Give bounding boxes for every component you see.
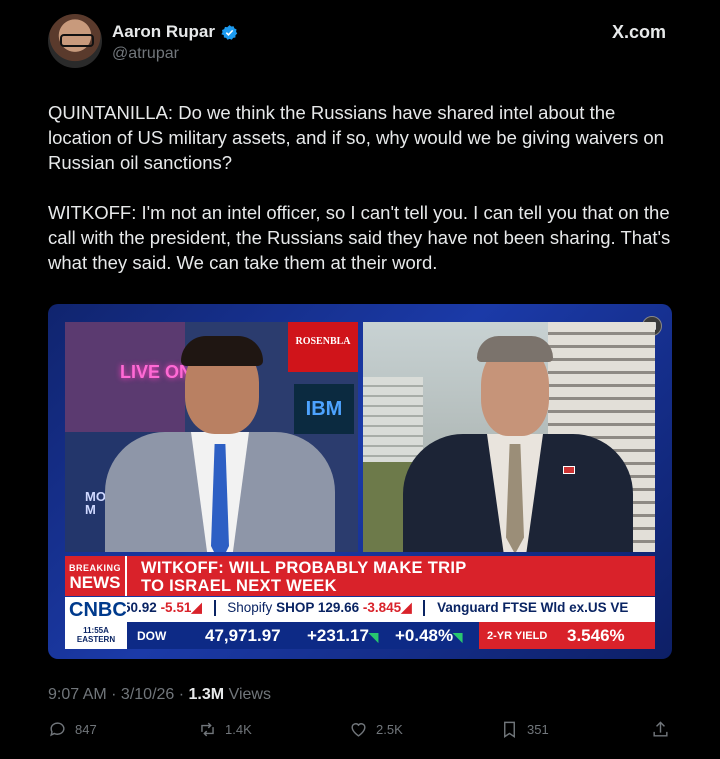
- breaking-news-banner: BREAKING NEWS WITKOFF: WILL PROBABLY MAK…: [65, 556, 655, 596]
- video-left-panel: LIVE ON ROSENBLA IBM MO M: [65, 322, 358, 552]
- rosenblatt-sign: ROSENBLA: [288, 322, 358, 372]
- reply-button[interactable]: 847: [48, 720, 97, 739]
- tweet-header: Aaron Rupar @atrupar X.com: [48, 14, 672, 74]
- video-media[interactable]: LIVE ON ROSENBLA IBM MO M BREAKING NEWS …: [48, 304, 672, 659]
- author-name-row[interactable]: Aaron Rupar: [112, 22, 238, 42]
- index-label: DOW: [137, 629, 167, 643]
- like-count: 2.5K: [376, 722, 403, 737]
- tweet-actions: 847 1.4K 2.5K 351: [48, 720, 672, 744]
- stock-ticker: 50.92 -5.51◢ Shopify SHOP 129.66 -3.845◢…: [65, 597, 655, 622]
- index-percent: +0.48%◥: [395, 626, 463, 645]
- views-label: Views: [228, 686, 271, 703]
- repost-button[interactable]: 1.4K: [198, 720, 252, 739]
- cnbc-logo: CNBC: [65, 597, 127, 622]
- yield-label: 2-YR YIELD: [487, 630, 548, 642]
- avatar[interactable]: [48, 14, 102, 68]
- reply-icon: [50, 722, 65, 737]
- author-name[interactable]: Aaron Rupar: [112, 22, 215, 42]
- ibm-sign: IBM: [294, 384, 354, 434]
- bookmark-count: 351: [527, 722, 549, 737]
- video-right-panel: [363, 322, 655, 552]
- tweet-meta: 9:07 AM · 3/10/26 · 1.3M Views: [48, 686, 271, 703]
- breaking-news-label: BREAKING NEWS: [65, 556, 127, 596]
- repost-count: 1.4K: [225, 722, 252, 737]
- reply-count: 847: [75, 722, 97, 737]
- tweet-paragraph-1: QUINTANILLA: Do we think the Russians ha…: [48, 102, 664, 173]
- bookmark-button[interactable]: 351: [500, 720, 549, 739]
- yield-value: 3.546%: [567, 626, 625, 645]
- broadcast-time: 11:55A EASTERN: [65, 622, 127, 649]
- author-handle[interactable]: @atrupar: [112, 45, 179, 63]
- tweet-date[interactable]: 3/10/26: [121, 686, 174, 703]
- tweet-time[interactable]: 9:07 AM: [48, 686, 107, 703]
- index-change: +231.17◥: [307, 626, 379, 645]
- bookmark-icon: [504, 721, 515, 738]
- tweet-paragraph-2: WITKOFF: I'm not an intel officer, so I …: [48, 202, 671, 273]
- news-headline: WITKOFF: WILL PROBABLY MAKE TRIP TO ISRA…: [141, 559, 467, 595]
- live-on-sign: LIVE ON: [120, 362, 193, 382]
- index-value: 47,971.97: [205, 626, 281, 645]
- market-bar: 11:55A EASTERN DOW 47,971.97 +231.17◥ +0…: [65, 622, 655, 649]
- heart-icon: [351, 723, 366, 737]
- share-icon: [653, 721, 668, 737]
- mo-sign: MO M: [85, 489, 106, 517]
- tweet-body: QUINTANILLA: Do we think the Russians ha…: [48, 100, 678, 300]
- views-count: 1.3M: [188, 686, 225, 703]
- source-label: X.com: [611, 22, 666, 42]
- yield-box: 2-YR YIELD 3.546%: [479, 622, 655, 649]
- like-button[interactable]: 2.5K: [349, 720, 403, 739]
- repost-icon: [201, 722, 214, 737]
- share-button[interactable]: [651, 720, 670, 739]
- verified-badge-icon: [221, 24, 238, 40]
